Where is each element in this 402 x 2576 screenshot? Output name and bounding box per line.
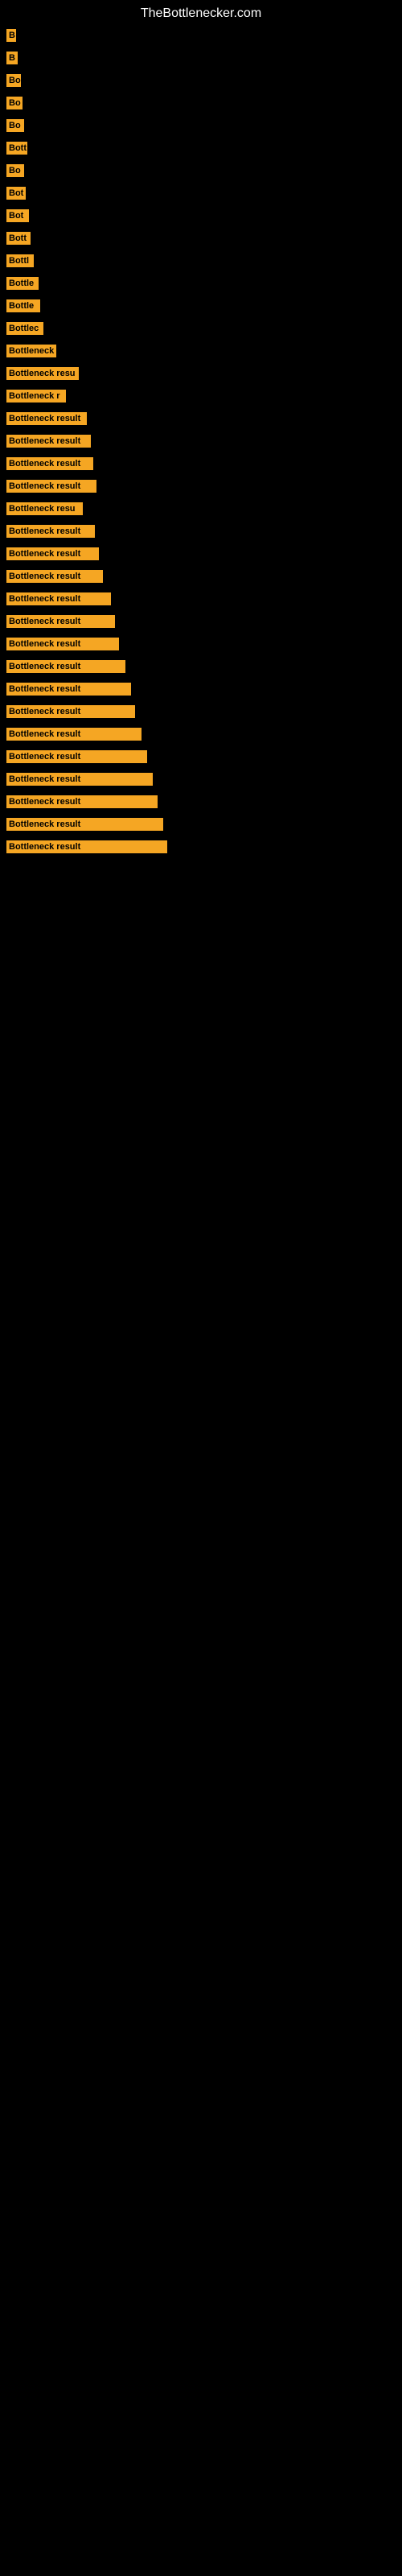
bar-label: Bottleneck result: [6, 818, 163, 831]
list-item: Bo: [0, 69, 402, 92]
bar-label: Bottleneck result: [6, 683, 131, 696]
list-item: Bottleneck result: [0, 745, 402, 768]
list-item: Bottleneck result: [0, 813, 402, 836]
list-item: Bo: [0, 114, 402, 137]
bar-label: Bot: [6, 187, 26, 200]
bar-label: Bot: [6, 209, 29, 222]
list-item: Bottle: [0, 295, 402, 317]
list-item: Bottleneck result: [0, 407, 402, 430]
list-item: B: [0, 24, 402, 47]
bar-label: Bottleneck result: [6, 457, 93, 470]
bar-label: Bottleneck result: [6, 435, 91, 448]
bar-label: Bottleneck result: [6, 525, 95, 538]
list-item: Bottleneck result: [0, 565, 402, 588]
list-item: Bottlec: [0, 317, 402, 340]
bar-label: Bottleneck result: [6, 705, 135, 718]
bar-label: Bottleneck result: [6, 750, 147, 763]
list-item: Bo: [0, 159, 402, 182]
list-item: Bottleneck resu: [0, 362, 402, 385]
bar-label: Bottleneck result: [6, 615, 115, 628]
list-item: Bottleneck result: [0, 678, 402, 700]
list-item: Bot: [0, 204, 402, 227]
list-item: Bottleneck result: [0, 430, 402, 452]
bar-label: Bottle: [6, 299, 40, 312]
bar-label: Bo: [6, 119, 24, 132]
bar-label: Bottleneck result: [6, 773, 153, 786]
list-item: Bottleneck result: [0, 633, 402, 655]
list-item: Bottleneck result: [0, 452, 402, 475]
bar-label: Bottleneck result: [6, 412, 87, 425]
list-item: Bottleneck result: [0, 700, 402, 723]
bar-label: Bottleneck resu: [6, 367, 79, 380]
list-item: Bottleneck result: [0, 791, 402, 813]
list-item: Bottle: [0, 272, 402, 295]
bar-label: Bottleneck result: [6, 638, 119, 650]
list-item: Bottleneck result: [0, 520, 402, 543]
bar-label: Bottleneck resu: [6, 502, 83, 515]
bars-container: BB Bo Bo Bo Bott Bo Bot Bot Bott Bottl Bottle Bottl…: [0, 24, 402, 858]
list-item: Bottleneck: [0, 340, 402, 362]
bar-label: Bottleneck result: [6, 480, 96, 493]
bar-label: Bottleneck result: [6, 570, 103, 583]
bar-label: Bottleneck result: [6, 547, 99, 560]
list-item: Bott: [0, 137, 402, 159]
list-item: Bot: [0, 182, 402, 204]
list-item: Bottleneck result: [0, 588, 402, 610]
bar-label: Bottleneck result: [6, 795, 158, 808]
list-item: Bottleneck result: [0, 723, 402, 745]
list-item: Bottleneck result: [0, 655, 402, 678]
bar-label: Bottl: [6, 254, 34, 267]
bar-label: Bo: [6, 164, 24, 177]
bar-label: B: [6, 52, 18, 64]
bar-label: B: [6, 29, 16, 42]
list-item: Bottleneck r: [0, 385, 402, 407]
bar-label: Bottleneck: [6, 345, 56, 357]
bar-label: Bottleneck result: [6, 660, 125, 673]
list-item: Bottleneck result: [0, 768, 402, 791]
bar-label: Bott: [6, 142, 27, 155]
bar-label: Bottleneck r: [6, 390, 66, 402]
bar-label: Bott: [6, 232, 31, 245]
list-item: Bottleneck result: [0, 836, 402, 858]
bar-label: Bottleneck result: [6, 592, 111, 605]
list-item: Bott: [0, 227, 402, 250]
bar-label: Bottlec: [6, 322, 43, 335]
list-item: Bottleneck result: [0, 543, 402, 565]
list-item: Bottleneck result: [0, 475, 402, 497]
list-item: Bottl: [0, 250, 402, 272]
bar-label: Bo: [6, 97, 23, 109]
bar-label: Bottleneck result: [6, 728, 142, 741]
list-item: Bottleneck resu: [0, 497, 402, 520]
site-title: TheBottlenecker.com: [0, 0, 402, 24]
bar-label: Bottle: [6, 277, 39, 290]
list-item: B: [0, 47, 402, 69]
list-item: Bottleneck result: [0, 610, 402, 633]
bar-label: Bo: [6, 74, 21, 87]
list-item: Bo: [0, 92, 402, 114]
bar-label: Bottleneck result: [6, 840, 167, 853]
